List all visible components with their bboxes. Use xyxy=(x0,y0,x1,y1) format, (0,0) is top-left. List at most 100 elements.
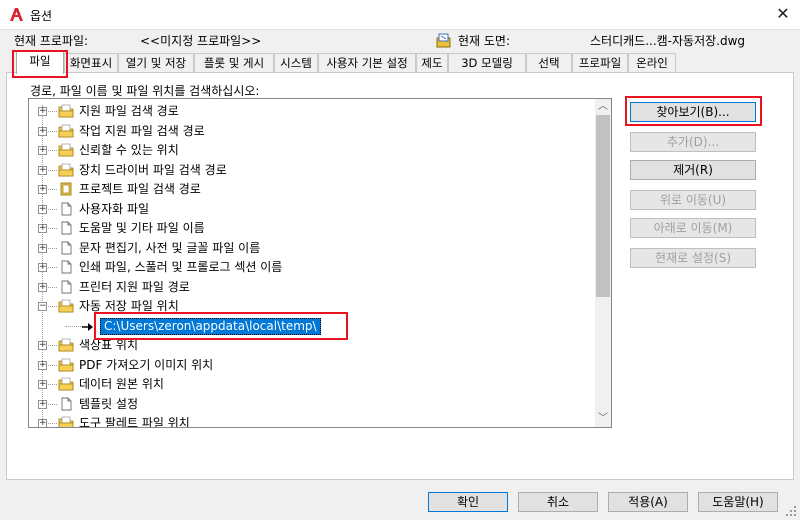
tree-connector xyxy=(48,208,57,210)
tree-node[interactable]: + 장치 드라이버 파일 검색 경로 xyxy=(29,161,595,180)
tree-node[interactable]: + 작업 지원 파일 검색 경로 xyxy=(29,122,595,141)
tab-open-save[interactable]: 열기 및 저장 xyxy=(118,53,194,72)
file-location-tree[interactable]: + 지원 파일 검색 경로 + 작업 지원 파일 검색 경로 + 신뢰할 수 있는 위치 +… xyxy=(28,98,612,428)
tree-connector xyxy=(48,247,57,249)
expand-icon[interactable]: + xyxy=(38,419,47,427)
expand-icon[interactable]: + xyxy=(38,146,47,155)
drawing-label: 현재 도면: xyxy=(458,34,511,48)
tree-node[interactable]: + 지원 파일 검색 경로 xyxy=(29,102,595,121)
expand-icon[interactable]: + xyxy=(38,243,47,253)
cancel-button[interactable]: 취소 xyxy=(518,492,598,512)
expand-icon[interactable]: + xyxy=(38,165,47,175)
tree-node[interactable]: + 도움말 및 기타 파일 이름 xyxy=(29,219,595,238)
close-icon[interactable]: ✕ xyxy=(770,3,796,27)
move-down-button[interactable]: 아래로 이동(M) xyxy=(630,218,756,238)
profile-label: 현재 프로파일: xyxy=(14,34,89,48)
expand-icon[interactable]: + xyxy=(38,185,47,194)
expand-icon[interactable]: + xyxy=(38,224,47,233)
resize-grip-icon[interactable] xyxy=(784,504,798,518)
tree-node[interactable]: + PDF 가져오기 이미지 위치 xyxy=(29,356,595,375)
tree-path-entry[interactable]: C:\Users\zeron\appdata\local\temp\ xyxy=(29,317,595,336)
remove-button[interactable]: 제거(R) xyxy=(630,160,756,180)
profile-value: <<미지정 프로파일>> xyxy=(140,34,262,48)
tree-connector xyxy=(48,306,57,307)
tab-online[interactable]: 온라인 xyxy=(628,53,676,72)
ok-button[interactable]: 확인 xyxy=(428,492,508,512)
expand-icon[interactable]: + xyxy=(38,341,47,350)
expand-icon[interactable]: + xyxy=(38,380,47,389)
tree-connector xyxy=(48,228,57,229)
expand-icon[interactable]: + xyxy=(38,204,47,214)
tree-node-label: 자동 저장 파일 위치 xyxy=(79,299,179,313)
tab-profiles[interactable]: 프로파일 xyxy=(572,53,628,72)
tab-system[interactable]: 시스템 xyxy=(274,53,318,72)
tree-connector xyxy=(48,169,57,171)
browse-button[interactable]: 찾아보기(B)... xyxy=(630,102,756,122)
expand-icon[interactable]: + xyxy=(38,107,47,116)
tree-node-label: 템플릿 설정 xyxy=(79,396,139,411)
expand-icon[interactable]: + xyxy=(38,282,47,292)
tree-node-label: 장치 드라이버 파일 검색 경로 xyxy=(79,162,227,177)
tree-node-label: 도움말 및 기타 파일 이름 xyxy=(79,221,205,235)
tree-node[interactable]: + 프린터 지원 파일 경로 xyxy=(29,278,595,297)
folder-icon xyxy=(58,163,74,176)
file-icon xyxy=(61,397,72,410)
tab-display[interactable]: 화면표시 xyxy=(64,53,118,72)
help-button[interactable]: 도움말(H) xyxy=(698,492,778,512)
tree-connector xyxy=(48,384,57,385)
tree-node-label: 문자 편집기, 사전 및 글꼴 파일 이름 xyxy=(79,240,261,255)
tree-node[interactable]: + 색상표 위치 xyxy=(29,336,595,355)
tree-node-label: 프로젝트 파일 검색 경로 xyxy=(79,182,201,196)
tree-connector xyxy=(48,189,57,190)
tree-connector xyxy=(48,403,57,405)
tree-node[interactable]: + 신뢰할 수 있는 위치 xyxy=(29,141,595,160)
tab-files[interactable]: 파일 xyxy=(16,51,64,74)
title-bar xyxy=(0,0,800,30)
tree-node[interactable]: + 도구 팔레트 파일 위치 xyxy=(29,414,595,427)
tab-user-preferences[interactable]: 사용자 기본 설정 xyxy=(318,53,416,72)
expand-icon[interactable]: + xyxy=(38,399,47,409)
tree-node-label: 색상표 위치 xyxy=(79,338,139,352)
arrow-icon xyxy=(82,322,93,331)
expand-icon[interactable]: + xyxy=(38,263,47,272)
tree-node[interactable]: + 프로젝트 파일 검색 경로 xyxy=(29,180,595,199)
tree-node[interactable]: + 문자 편집기, 사전 및 글꼴 파일 이름 xyxy=(29,239,595,258)
folder-icon xyxy=(58,299,74,313)
folder-icon xyxy=(58,124,74,137)
folder-icon xyxy=(58,416,74,427)
tab-plot-publish[interactable]: 플롯 및 게시 xyxy=(194,53,274,72)
file-icon xyxy=(61,280,72,293)
file-icon xyxy=(61,260,72,274)
tree-node[interactable]: − 자동 저장 파일 위치 xyxy=(29,297,595,316)
tree-node-label: 지원 파일 검색 경로 xyxy=(79,104,179,118)
tree-scrollbar[interactable]: ︿ ﹀ xyxy=(595,99,611,427)
tree-node[interactable]: + 인쇄 파일, 스풀러 및 프롤로그 섹션 이름 xyxy=(29,258,595,277)
drawing-icon xyxy=(436,33,451,48)
scroll-thumb[interactable] xyxy=(596,115,610,297)
apply-button[interactable]: 적용(A) xyxy=(608,492,688,512)
expand-icon[interactable]: + xyxy=(38,360,47,370)
tree-connector xyxy=(48,364,57,366)
folder-icon xyxy=(58,338,74,352)
scroll-down-icon[interactable]: ﹀ xyxy=(595,411,611,427)
expand-icon[interactable]: + xyxy=(38,126,47,136)
tree-connector xyxy=(48,111,57,112)
add-button[interactable]: 추가(D)... xyxy=(630,132,756,152)
file-icon xyxy=(61,202,72,215)
tree-node-label: 데이터 원본 위치 xyxy=(79,377,164,391)
tree-node[interactable]: + 사용자화 파일 xyxy=(29,200,595,219)
drawing-value: 스터디캐드...캠-자동저장.dwg xyxy=(590,34,746,48)
tree-connector xyxy=(48,130,57,132)
tree-node[interactable]: + 템플릿 설정 xyxy=(29,395,595,414)
scroll-up-icon[interactable]: ︿ xyxy=(595,99,611,115)
tree-connector xyxy=(48,423,57,424)
tab-selection[interactable]: 선택 xyxy=(526,53,572,72)
set-current-button[interactable]: 현재로 설정(S) xyxy=(630,248,756,268)
collapse-icon[interactable]: − xyxy=(38,302,47,311)
tab-3d-modeling[interactable]: 3D 모델링 xyxy=(448,53,526,72)
folder-icon xyxy=(58,358,74,371)
tab-drafting[interactable]: 제도 xyxy=(416,53,448,72)
selected-path-label[interactable]: C:\Users\zeron\appdata\local\temp\ xyxy=(100,317,321,335)
move-up-button[interactable]: 위로 이동(U) xyxy=(630,190,756,210)
tree-node[interactable]: + 데이터 원본 위치 xyxy=(29,375,595,394)
